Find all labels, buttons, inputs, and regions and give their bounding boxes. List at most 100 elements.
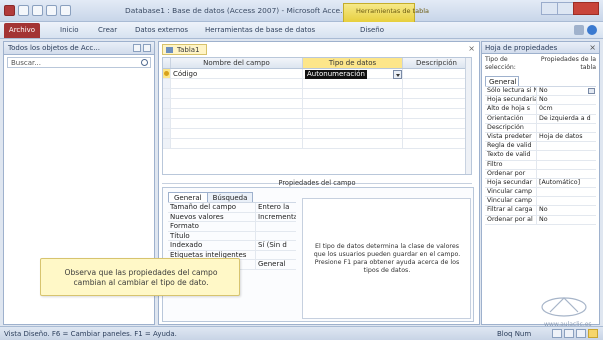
search-icon[interactable]: [141, 59, 148, 66]
property-row[interactable]: Indexado Sí (Sin d: [168, 241, 296, 251]
data-type-cell[interactable]: [303, 139, 403, 148]
description-cell[interactable]: [403, 119, 471, 128]
minimize-button[interactable]: [541, 2, 558, 15]
data-type-cell[interactable]: [303, 79, 403, 88]
nav-search-input[interactable]: Buscar...: [7, 57, 151, 68]
sheet-row[interactable]: Vincular camp: [485, 188, 596, 198]
description-cell[interactable]: [403, 109, 471, 118]
customize-qat-icon[interactable]: [60, 5, 71, 16]
sheet-value[interactable]: [537, 124, 596, 132]
property-value[interactable]: Entero la: [256, 203, 296, 212]
row-selector[interactable]: [163, 109, 171, 118]
description-cell[interactable]: [403, 89, 471, 98]
sheet-value[interactable]: [537, 142, 596, 150]
table-row[interactable]: [163, 109, 471, 119]
sheet-row[interactable]: Ordenar por: [485, 169, 596, 179]
tab-archivo[interactable]: Archivo: [4, 23, 40, 38]
table-row[interactable]: [163, 119, 471, 129]
data-type-cell[interactable]: [303, 99, 403, 108]
field-name-cell[interactable]: [171, 79, 303, 88]
tab-inicio[interactable]: Inicio: [60, 26, 79, 34]
tab-diseno[interactable]: Diseño: [360, 26, 384, 34]
data-type-dropdown-button[interactable]: [392, 69, 402, 79]
sheet-row[interactable]: Filtrar al carga No: [485, 206, 596, 216]
sheet-row[interactable]: Alto de hoja s 0cm: [485, 105, 596, 115]
row-selector[interactable]: [163, 89, 171, 98]
property-value[interactable]: [256, 232, 296, 241]
datasheet-view-icon[interactable]: [552, 329, 562, 338]
table-row[interactable]: [163, 79, 471, 89]
sheet-value[interactable]: [537, 170, 596, 178]
pivottable-view-icon[interactable]: [564, 329, 574, 338]
property-value[interactable]: Sí (Sin d: [256, 241, 296, 250]
sheet-value[interactable]: [537, 188, 596, 196]
property-row[interactable]: Tamaño del campo Entero la: [168, 203, 296, 213]
row-selector[interactable]: [163, 69, 171, 78]
sheet-row[interactable]: Descripción: [485, 123, 596, 133]
property-row[interactable]: Nuevos valores Incrementa: [168, 212, 296, 222]
field-name-cell[interactable]: [171, 89, 303, 98]
tab-crear[interactable]: Crear: [98, 26, 117, 34]
sheet-value[interactable]: De izquierda a d: [537, 115, 596, 123]
nav-collapse-icon[interactable]: [143, 44, 151, 52]
sheet-value[interactable]: No: [537, 206, 596, 214]
nav-pane-header[interactable]: Todos los objetos de Acc...: [4, 42, 154, 55]
description-cell[interactable]: [403, 139, 471, 148]
table-row[interactable]: [163, 89, 471, 99]
field-name-cell[interactable]: [171, 139, 303, 148]
tab-datos-externos[interactable]: Datos externos: [135, 26, 188, 34]
row-selector[interactable]: [163, 129, 171, 138]
nav-dropdown-icon[interactable]: [133, 44, 141, 52]
sheet-value[interactable]: No: [537, 96, 596, 104]
document-tab[interactable]: Tabla1: [162, 44, 207, 55]
sheet-row[interactable]: Ordenar por al No: [485, 215, 596, 225]
sheet-row[interactable]: Vista predeter Hoja de datos: [485, 132, 596, 143]
sheet-row[interactable]: Regla de valid: [485, 142, 596, 152]
sheet-row[interactable]: Orientación De izquierda a d: [485, 114, 596, 124]
description-cell[interactable]: [403, 79, 471, 88]
data-type-cell[interactable]: [303, 119, 403, 128]
property-row[interactable]: Formato: [168, 222, 296, 232]
table-row[interactable]: Código Autonumeración: [163, 69, 471, 79]
field-name-cell[interactable]: [171, 129, 303, 138]
table-row[interactable]: [163, 99, 471, 109]
description-cell[interactable]: [403, 99, 471, 108]
field-name-cell[interactable]: [171, 109, 303, 118]
table-row[interactable]: [163, 129, 471, 139]
data-type-cell[interactable]: [303, 109, 403, 118]
close-button[interactable]: [573, 2, 599, 15]
sheet-value[interactable]: [537, 197, 596, 205]
sheet-value[interactable]: No: [537, 216, 596, 224]
data-type-cell[interactable]: Autonumeración: [303, 69, 403, 79]
save-icon[interactable]: [18, 5, 29, 16]
table-row[interactable]: [163, 139, 471, 149]
sheet-value[interactable]: No: [537, 87, 596, 95]
sheet-row[interactable]: Texto de valid: [485, 151, 596, 161]
sheet-value[interactable]: [Automático]: [537, 179, 596, 187]
sheet-row[interactable]: Hoja secundaria No: [485, 96, 596, 106]
data-type-cell[interactable]: [303, 129, 403, 138]
ribbon-minimize-icon[interactable]: [574, 25, 584, 35]
property-value[interactable]: [256, 222, 296, 231]
design-view-icon[interactable]: [588, 329, 598, 338]
maximize-button[interactable]: [557, 2, 574, 15]
grid-vertical-scrollbar[interactable]: [465, 58, 471, 174]
pivotchart-view-icon[interactable]: [576, 329, 586, 338]
field-name-cell[interactable]: Código: [171, 69, 303, 78]
row-selector[interactable]: [163, 79, 171, 88]
access-app-icon[interactable]: [4, 5, 15, 16]
sheet-row[interactable]: Sólo lectura si Ne No: [485, 87, 596, 97]
close-document-icon[interactable]: ×: [468, 44, 475, 53]
sheet-value[interactable]: Hoja de datos: [537, 133, 596, 141]
property-sheet-tab-general[interactable]: General: [485, 76, 519, 86]
dropdown-icon[interactable]: [588, 88, 595, 94]
tab-busqueda[interactable]: Búsqueda: [206, 192, 254, 202]
property-value[interactable]: General: [256, 260, 296, 269]
description-cell[interactable]: [403, 129, 471, 138]
sheet-value[interactable]: [537, 151, 596, 159]
tab-herramientas-bd[interactable]: Herramientas de base de datos: [205, 26, 315, 34]
row-selector[interactable]: [163, 119, 171, 128]
undo-icon[interactable]: [32, 5, 43, 16]
sheet-value[interactable]: 0cm: [537, 105, 596, 113]
sheet-value[interactable]: [537, 161, 596, 169]
